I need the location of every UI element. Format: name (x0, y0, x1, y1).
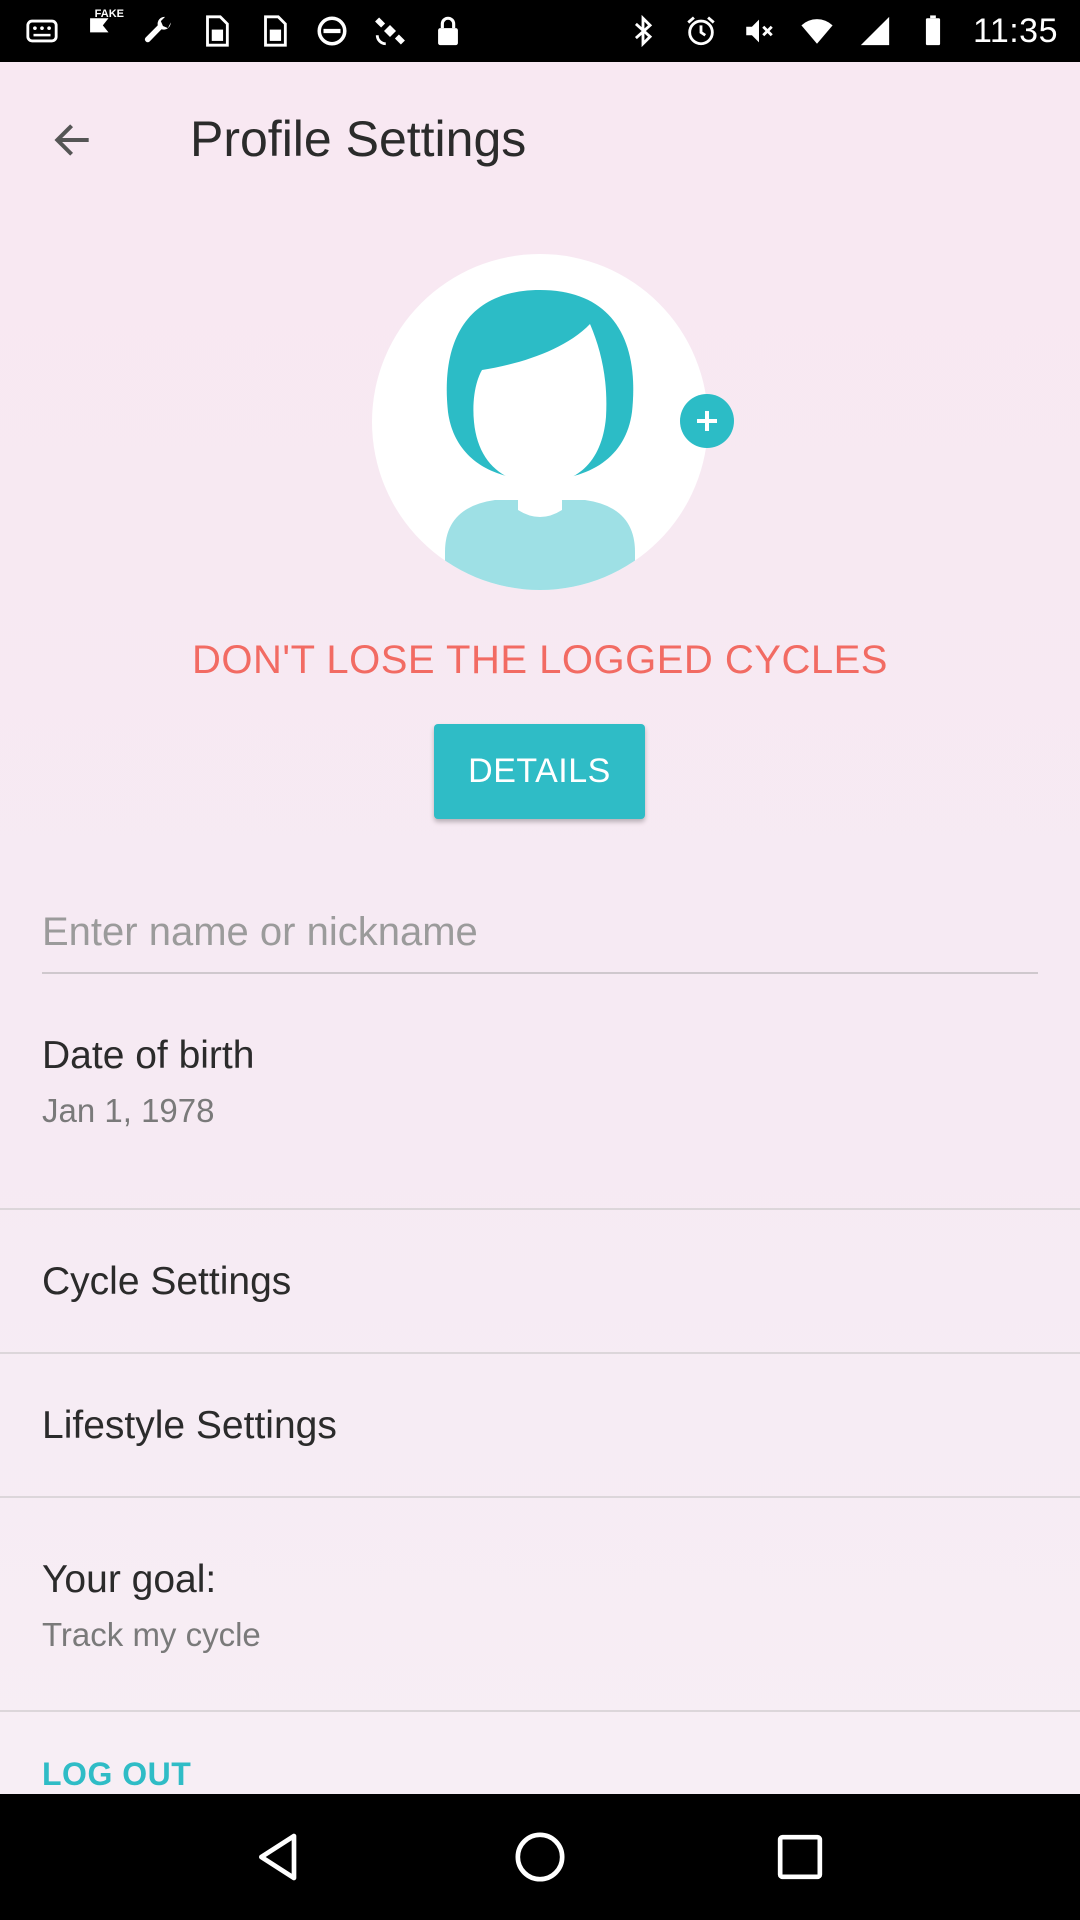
lifestyle-settings-row[interactable]: Lifestyle Settings (0, 1354, 1080, 1496)
fake-gps-icon: FAKE (82, 9, 124, 49)
back-button[interactable] (36, 104, 108, 176)
fake-badge: FAKE (94, 8, 124, 20)
back-arrow-icon (54, 124, 89, 156)
home-icon (515, 1832, 565, 1882)
sim-icon (198, 13, 234, 49)
nav-back-button[interactable] (240, 1817, 320, 1897)
female-avatar-icon (372, 254, 708, 590)
name-input[interactable] (42, 892, 1038, 974)
nav-recents-button[interactable] (760, 1817, 840, 1897)
notification-icon (24, 13, 60, 49)
date-of-birth-row[interactable]: Date of birth Jan 1, 1978 (0, 1022, 1080, 1168)
promo-text: DON'T LOSE THE LOGGED CYCLES (192, 638, 888, 682)
sim-icon (256, 13, 292, 49)
cycle-settings-label: Cycle Settings (42, 1260, 292, 1303)
status-right-icons: 11:35 (625, 12, 1058, 51)
blocked-icon (314, 13, 350, 49)
navigation-bar (0, 1794, 1080, 1920)
signal-icon (857, 13, 893, 49)
wifi-icon (799, 13, 835, 49)
page-title: Profile Settings (190, 111, 527, 167)
details-button[interactable]: DETAILS (434, 724, 645, 819)
divider (0, 1710, 1080, 1712)
mute-icon (741, 13, 777, 49)
logout-button[interactable]: LOG OUT (42, 1756, 191, 1793)
goal-value: Track my cycle (42, 1616, 261, 1653)
screen: FAKE 11:35 Profile Settings DON'T LOSE T… (0, 0, 1080, 1920)
date-of-birth-label: Date of birth (42, 1034, 255, 1077)
satellite-icon (372, 13, 408, 49)
alarm-icon (683, 13, 719, 49)
bluetooth-icon (625, 13, 661, 49)
goal-label: Your goal: (42, 1558, 217, 1601)
goal-row[interactable]: Your goal: Track my cycle (0, 1498, 1080, 1710)
lock-icon (430, 13, 466, 49)
plus-icon (697, 411, 717, 431)
battery-icon (915, 13, 951, 49)
profile-settings-screen: Profile Settings DON'T LOSE THE LOGGED C… (0, 62, 1080, 1794)
wrench-icon (140, 13, 176, 49)
lifestyle-settings-label: Lifestyle Settings (42, 1404, 337, 1447)
add-photo-button[interactable] (680, 394, 734, 448)
avatar[interactable] (370, 252, 710, 592)
app-bar: Profile Settings (0, 62, 1080, 212)
status-left-icons: FAKE (24, 9, 466, 49)
back-icon (259, 1833, 297, 1881)
status-bar: FAKE 11:35 (0, 0, 1080, 62)
recents-icon (777, 1834, 823, 1880)
nav-home-button[interactable] (500, 1817, 580, 1897)
cycle-settings-row[interactable]: Cycle Settings (0, 1210, 1080, 1352)
status-time: 11:35 (972, 11, 1058, 50)
date-of-birth-value: Jan 1, 1978 (42, 1092, 215, 1129)
